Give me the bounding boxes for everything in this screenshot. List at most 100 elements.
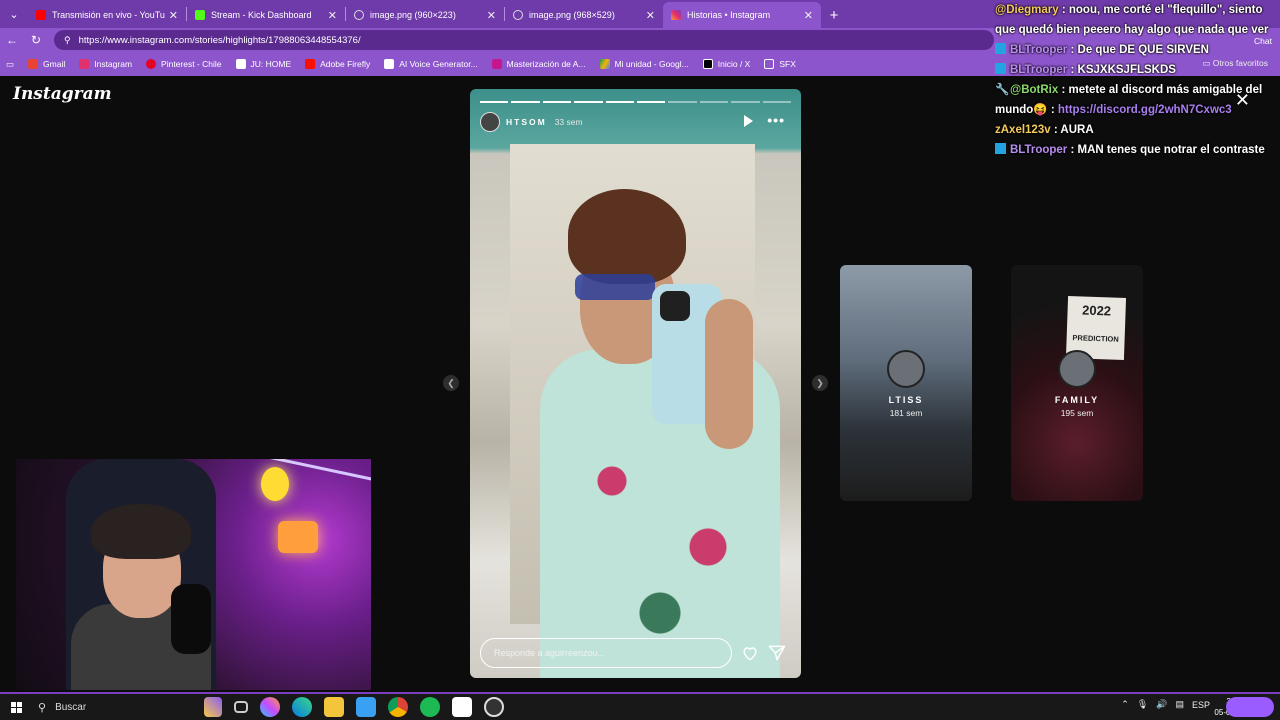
bookmark-label: SFX: [779, 59, 796, 69]
copilot-app-icon[interactable]: [260, 697, 280, 717]
bookmark-gmail[interactable]: Gmail: [28, 59, 65, 69]
bookmark-menu-icon[interactable]: ▭: [6, 59, 14, 70]
close-tab-icon[interactable]: ✕: [328, 9, 337, 22]
notion-icon: [235, 59, 246, 69]
chat-text: AURA: [1060, 124, 1094, 136]
chat-text: MAN tenes que notrar el contraste: [1077, 144, 1265, 156]
mastering-icon: [491, 59, 502, 69]
chat-message: @Diegmary : noou, me corté el "flequillo…: [995, 4, 1263, 16]
instagram-logo[interactable]: Instagram: [13, 84, 112, 104]
google-drive-icon: [599, 59, 610, 69]
highlight-age: 181 sem: [889, 408, 923, 418]
tab-image-2[interactable]: image.png (968×529) ✕: [505, 2, 663, 28]
volume-icon[interactable]: 🔊: [1156, 699, 1167, 710]
chat-text: KSJXKSJFLSKDS: [1077, 64, 1176, 76]
tab-label: image.png (968×529): [529, 10, 615, 20]
edge-icon[interactable]: [292, 697, 312, 717]
gmail-icon: [28, 59, 39, 69]
chat-username: @Diegmary: [995, 4, 1059, 16]
reply-input[interactable]: [480, 638, 732, 668]
spotify-icon[interactable]: [420, 697, 440, 717]
network-icon[interactable]: ▤: [1175, 699, 1184, 710]
x-icon: [702, 59, 713, 69]
lang-indicator[interactable]: ESP: [1192, 700, 1210, 710]
bookmark-ju-home[interactable]: JU: HOME: [235, 59, 291, 69]
bookmark-label: Pinterest - Chile: [161, 59, 222, 69]
bookmark-sfx[interactable]: SFX: [764, 59, 796, 69]
bookmark-google-drive[interactable]: Mi unidad - Googl...: [599, 59, 689, 69]
close-tab-icon[interactable]: ✕: [487, 9, 496, 22]
close-tab-icon[interactable]: ✕: [646, 9, 655, 22]
bookmark-masterizacion[interactable]: Masterización de A...: [491, 59, 586, 69]
tab-instagram-stories[interactable]: Historias • Instagram ✕: [663, 2, 821, 28]
bookmark-instagram[interactable]: Instagram: [79, 59, 132, 69]
chat-message-cont: que quedó bien peeero hay algo que nada …: [995, 20, 1280, 40]
tab-image-1[interactable]: image.png (960×223) ✕: [346, 2, 504, 28]
obs-icon[interactable]: [484, 697, 504, 717]
adobe-icon: [305, 59, 316, 69]
bookmark-label: Mi unidad - Googl...: [614, 59, 689, 69]
mic-icon[interactable]: 🎙: [1137, 699, 1148, 710]
more-options-icon[interactable]: •••: [767, 112, 785, 128]
story-username[interactable]: HTSOM: [506, 117, 547, 127]
bookmark-x[interactable]: Inicio / X: [702, 59, 751, 69]
close-tab-icon[interactable]: ✕: [804, 9, 813, 22]
bookmark-adobe-firefly[interactable]: Adobe Firefly: [305, 59, 370, 69]
capcut-icon[interactable]: [452, 697, 472, 717]
tab-search-icon[interactable]: ⌄: [0, 0, 28, 28]
chat-text: que quedó bien peeero hay algo que nada …: [995, 24, 1269, 36]
reload-icon[interactable]: ↻: [24, 33, 48, 47]
next-story-icon[interactable]: ❯: [812, 375, 828, 391]
task-view-icon[interactable]: [234, 701, 248, 713]
instagram-icon: [671, 10, 681, 20]
progress-segment: [511, 101, 540, 103]
store-icon[interactable]: [356, 697, 376, 717]
back-icon[interactable]: ←: [0, 33, 24, 47]
heart-icon[interactable]: [740, 643, 760, 663]
previous-story-icon[interactable]: ❮: [443, 375, 459, 391]
avatar[interactable]: [480, 112, 500, 132]
taskbar-search[interactable]: ⚲ Buscar: [38, 701, 198, 714]
avatar: [1058, 350, 1096, 388]
tab-kick-dashboard[interactable]: Stream - Kick Dashboard ✕: [187, 2, 345, 28]
highlight-preview-family[interactable]: 2022 PREDICTION FAMILY 195 sem: [1011, 265, 1143, 501]
send-icon[interactable]: [767, 643, 787, 663]
bookmark-pinterest[interactable]: Pinterest - Chile: [146, 59, 222, 69]
file-explorer-icon[interactable]: [324, 697, 344, 717]
progress-segment: [668, 101, 697, 103]
search-label: Buscar: [55, 701, 87, 713]
globe-icon: [354, 10, 364, 20]
windows-taskbar: ⚲ Buscar ⌃ 🎙 🔊 ▤ ESP 3:56 05-01-2: [0, 692, 1280, 720]
chat-username: BLTrooper: [1010, 64, 1068, 76]
story-header: HTSOM 33 sem •••: [480, 111, 791, 133]
chat-link: https://discord.gg/2whN7Cxwc3: [1057, 104, 1232, 116]
tab-label: Stream - Kick Dashboard: [211, 10, 312, 20]
chrome-icon[interactable]: [388, 697, 408, 717]
badge-icon: [995, 143, 1006, 154]
new-tab-button[interactable]: +: [821, 2, 847, 28]
chevron-up-icon[interactable]: ⌃: [1121, 699, 1129, 710]
tab-youtube-studio[interactable]: Transmisión en vivo - YouTube Studio ✕: [28, 2, 186, 28]
chat-username: BLTrooper: [1010, 44, 1068, 56]
close-story-icon[interactable]: ✕: [1235, 90, 1250, 110]
bookmark-ai-voice[interactable]: AI Voice Generator...: [384, 59, 478, 69]
close-tab-icon[interactable]: ✕: [169, 9, 178, 22]
play-icon[interactable]: [744, 115, 753, 127]
microphone: [171, 584, 211, 654]
highlight-name: FAMILY: [1054, 395, 1100, 405]
address-bar[interactable]: ⚲ https://www.instagram.com/stories/high…: [54, 30, 994, 50]
folder-icon: [764, 59, 775, 69]
chat-message: BLTrooper : MAN tenes que notrar el cont…: [995, 140, 1280, 160]
search-icon: ⚲: [38, 701, 47, 714]
bookmark-label: Instagram: [94, 59, 133, 69]
windows-start-icon[interactable]: [2, 694, 30, 720]
story-viewer[interactable]: HTSOM 33 sem •••: [470, 89, 801, 678]
progress-segment: [574, 101, 603, 103]
wrench-icon: 🔧: [995, 84, 1010, 96]
copilot-icon[interactable]: [204, 697, 222, 717]
bookmark-label: Masterización de A...: [506, 59, 586, 69]
bookmark-label: Inicio / X: [717, 59, 751, 69]
highlight-preview-ltiss[interactable]: LTISS 181 sem: [840, 265, 972, 501]
progress-segment: [637, 101, 666, 103]
site-info-icon[interactable]: ⚲: [64, 35, 71, 46]
